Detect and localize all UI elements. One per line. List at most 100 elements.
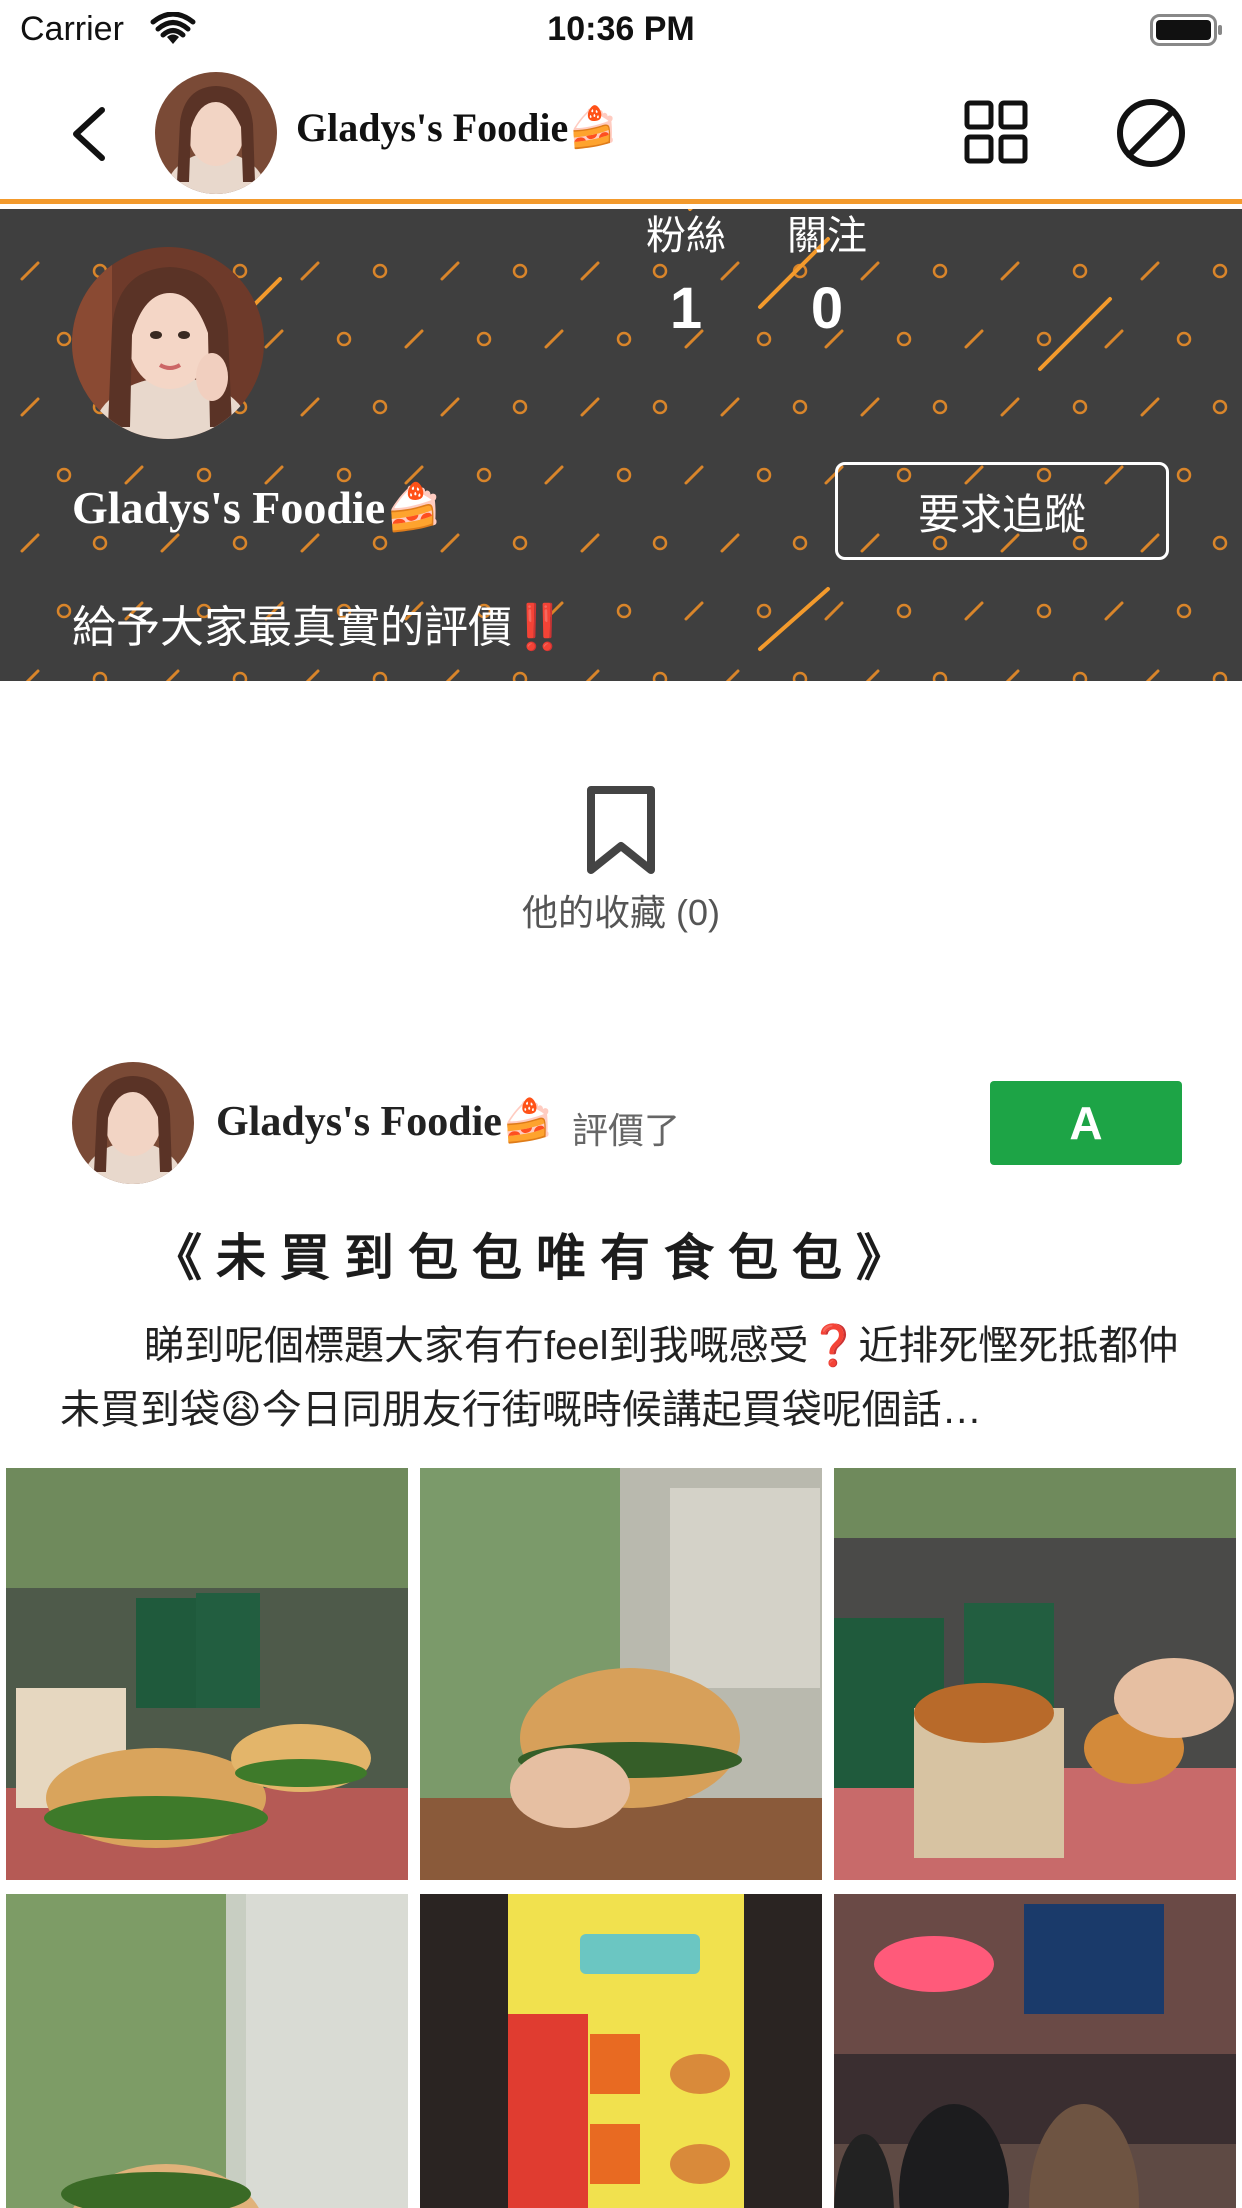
pattern-dash xyxy=(1104,601,1124,621)
pattern-dash xyxy=(684,465,704,485)
pattern-ring xyxy=(1212,399,1228,415)
pattern-ring xyxy=(56,331,72,347)
chevron-left-icon[interactable] xyxy=(62,104,114,164)
following-label: 關注 xyxy=(787,214,867,258)
pattern-dash xyxy=(580,397,600,417)
pattern-ring xyxy=(512,535,528,551)
pattern-dash xyxy=(20,261,40,281)
pattern-dash xyxy=(25,669,40,681)
pattern-ring xyxy=(92,671,108,681)
pattern-ring xyxy=(652,671,668,681)
pattern-ring xyxy=(932,399,948,415)
pattern-dash xyxy=(684,601,704,621)
collections-label: 他的收藏 (0) xyxy=(521,892,720,933)
pattern-ring xyxy=(652,535,668,551)
pattern-dash xyxy=(1145,669,1160,681)
pattern-dash xyxy=(865,669,880,681)
follow-request-button[interactable]: 要求追蹤 xyxy=(835,462,1169,560)
pattern-dash xyxy=(440,261,460,281)
pattern-dash xyxy=(160,533,180,553)
pattern-dash xyxy=(300,533,320,553)
post-author-avatar[interactable] xyxy=(72,1062,194,1184)
followers-label: 粉絲 xyxy=(646,214,726,258)
pattern-dash xyxy=(1005,669,1020,681)
pattern-dash xyxy=(445,669,460,681)
pattern-ring xyxy=(372,399,388,415)
pattern-ring xyxy=(1212,535,1228,551)
pattern-streak xyxy=(758,587,830,651)
pattern-dash xyxy=(305,669,320,681)
following-stat[interactable]: 關注 0 xyxy=(757,209,897,342)
pattern-ring xyxy=(1036,603,1052,619)
post-photo-hand-holding-burger[interactable] xyxy=(420,1468,822,1880)
pattern-dash xyxy=(544,465,564,485)
pattern-ring xyxy=(652,399,668,415)
pattern-ring xyxy=(372,535,388,551)
pattern-dash xyxy=(20,397,40,417)
pattern-dash xyxy=(1104,329,1124,349)
pattern-ring xyxy=(92,535,108,551)
pattern-dash xyxy=(720,397,740,417)
pattern-ring xyxy=(756,467,772,483)
pattern-dash xyxy=(264,329,284,349)
status-time: 10:36 PM xyxy=(547,10,695,48)
post-photo-snack-menu-board[interactable] xyxy=(420,1894,822,2208)
pattern-ring xyxy=(336,467,352,483)
post-title[interactable]: 《未買到包包唯有食包包》 xyxy=(152,1218,920,1290)
pattern-dash xyxy=(440,533,460,553)
nav-title: Gladys's Foodie🍰 xyxy=(296,105,619,150)
pattern-dash xyxy=(720,533,740,553)
post-author-name[interactable]: Gladys's Foodie🍰 xyxy=(216,1097,554,1146)
pattern-ring xyxy=(756,603,772,619)
profile-avatar[interactable] xyxy=(72,247,264,439)
pattern-ring xyxy=(1072,263,1088,279)
pattern-ring xyxy=(336,331,352,347)
pattern-dash xyxy=(440,397,460,417)
pattern-dash xyxy=(580,533,600,553)
pattern-dash xyxy=(404,329,424,349)
pattern-dash xyxy=(580,261,600,281)
grid-icon[interactable] xyxy=(964,100,1028,164)
pattern-ring xyxy=(56,467,72,483)
pattern-ring xyxy=(1212,263,1228,279)
pattern-ring xyxy=(792,399,808,415)
pattern-ring xyxy=(232,535,248,551)
pattern-dash xyxy=(1140,397,1160,417)
pattern-ring xyxy=(1036,331,1052,347)
pattern-dash xyxy=(860,397,880,417)
pattern-ring xyxy=(616,467,632,483)
post-photo-burgers-and-drinks[interactable] xyxy=(6,1468,408,1880)
pattern-streak xyxy=(1038,297,1112,371)
pattern-ring xyxy=(512,263,528,279)
pattern-ring xyxy=(1072,399,1088,415)
pattern-ring xyxy=(476,331,492,347)
pattern-ring xyxy=(372,671,388,681)
post-body[interactable]: 睇到呢個標題大家有冇feel到我嘅感受❓近排死慳死抵都仲未買到袋😩今日同朋友行街… xyxy=(60,1314,1180,1442)
post-photo-burger-closeup[interactable] xyxy=(6,1894,408,2208)
pattern-ring xyxy=(1176,603,1192,619)
profile-header: 粉絲 1 關注 0 Gladys's Foodie🍰 要求追蹤 給予大家最真實的… xyxy=(0,209,1242,681)
pattern-ring xyxy=(476,467,492,483)
pattern-dash xyxy=(300,261,320,281)
block-icon[interactable] xyxy=(1116,98,1186,168)
post-photo-burga-store-counter[interactable] xyxy=(834,1894,1236,2208)
pattern-ring xyxy=(56,603,72,619)
pattern-dash xyxy=(1140,261,1160,281)
followers-stat[interactable]: 粉絲 1 xyxy=(616,209,756,342)
pattern-dash xyxy=(1000,397,1020,417)
pattern-ring xyxy=(792,671,808,681)
pattern-ring xyxy=(232,671,248,681)
pattern-dash xyxy=(300,397,320,417)
pattern-ring xyxy=(1176,467,1192,483)
collections-section[interactable]: 他的收藏 (0) xyxy=(0,784,1242,934)
nav-avatar[interactable] xyxy=(155,72,277,194)
pattern-dash xyxy=(824,601,844,621)
pattern-ring xyxy=(1176,331,1192,347)
pattern-dash xyxy=(964,329,984,349)
profile-name: Gladys's Foodie🍰 xyxy=(72,482,443,533)
pattern-ring xyxy=(792,535,808,551)
pattern-ring xyxy=(896,603,912,619)
pattern-ring xyxy=(512,399,528,415)
followers-count: 1 xyxy=(669,276,703,341)
post-photo-fried-snack-box[interactable] xyxy=(834,1468,1236,1880)
